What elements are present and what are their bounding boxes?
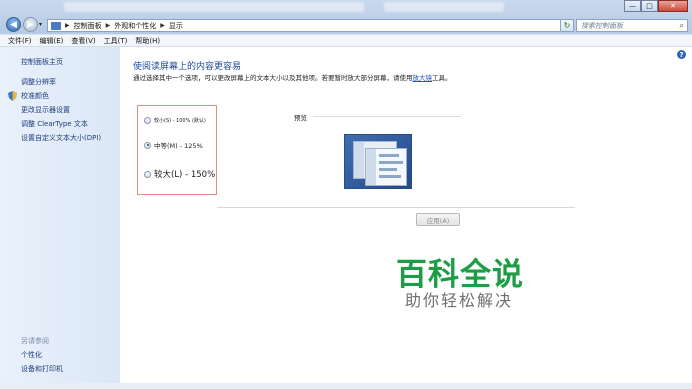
- sidebar-item-resolution[interactable]: 调整分辨率: [21, 77, 56, 87]
- breadcrumb-display[interactable]: 显示: [169, 21, 183, 31]
- window-controls: — □ ✕: [624, 0, 688, 12]
- option-medium[interactable]: 中等(M) - 125%: [144, 140, 203, 150]
- title-bar: — □ ✕ ◀ ▶ ▾ ▶ 控制面板 ▶ 外观和个性化 ▶ 显示 ▼ ↻ 搜索控…: [0, 0, 692, 34]
- menu-help[interactable]: 帮助(H): [135, 36, 160, 46]
- sidebar-item-display-settings[interactable]: 更改显示器设置: [21, 105, 70, 115]
- preview-image: [344, 134, 412, 189]
- recent-pages-chevron-icon[interactable]: ▾: [39, 21, 42, 28]
- breadcrumb-separator-icon: ▶: [160, 22, 165, 29]
- help-icon[interactable]: ?: [677, 50, 686, 59]
- watermark-subtitle: 助你轻松解决: [405, 291, 514, 310]
- sidebar-item-cleartype[interactable]: 调整 ClearType 文本: [21, 119, 88, 129]
- see-also-heading: 另请参阅: [21, 337, 49, 345]
- sidebar-item-calibrate-color[interactable]: 校准颜色: [21, 91, 49, 101]
- breadcrumb-appearance[interactable]: 外观和个性化: [114, 21, 156, 31]
- sidebar-item-devices-printers[interactable]: 设备和打印机: [21, 364, 63, 374]
- preview-label: 预览: [294, 114, 307, 122]
- radio-smaller[interactable]: [144, 117, 151, 124]
- radio-medium[interactable]: [144, 141, 151, 149]
- option-larger-label: 较大(L) - 150%: [154, 170, 216, 180]
- breadcrumb-separator-icon: ▶: [65, 22, 70, 29]
- preview-divider: [313, 116, 461, 117]
- left-sidebar: 控制面板主页 调整分辨率 校准颜色 更改显示器设置 调整 ClearType 文…: [0, 47, 120, 389]
- control-panel-icon: [51, 21, 61, 30]
- main-content: ? 使阅读屏幕上的内容更容易 通过选择其中一个选项，可以更改屏幕上的文本大小以及…: [120, 47, 692, 389]
- radio-larger[interactable]: [144, 170, 151, 178]
- maximize-button[interactable]: □: [641, 0, 658, 12]
- menu-tools[interactable]: 工具(T): [104, 36, 128, 46]
- sidebar-control-panel-home[interactable]: 控制面板主页: [21, 57, 63, 67]
- sidebar-item-personalization[interactable]: 个性化: [21, 350, 42, 360]
- refresh-icon[interactable]: ↻: [560, 19, 574, 32]
- page-description: 通过选择其中一个选项，可以更改屏幕上的文本大小以及其他项。若要暂时放大部分屏幕，…: [133, 74, 576, 83]
- menu-bar: 文件(F) 编辑(E) 查看(V) 工具(T) 帮助(H): [0, 35, 692, 47]
- menu-edit[interactable]: 编辑(E): [40, 36, 64, 46]
- description-text: 通过选择其中一个选项，可以更改屏幕上的文本大小以及其他项。若要暂时放大部分屏幕，…: [133, 74, 413, 82]
- option-smaller[interactable]: 较小(S) - 100% (默认): [144, 117, 206, 124]
- option-smaller-label: 较小(S) - 100% (默认): [154, 118, 206, 124]
- address-bar[interactable]: ▶ 控制面板 ▶ 外观和个性化 ▶ 显示 ▼: [47, 19, 574, 32]
- blurred-tab-strip: [64, 2, 364, 12]
- breadcrumb-separator-icon: ▶: [105, 22, 111, 29]
- preview-window-front: [365, 148, 407, 186]
- search-icon[interactable]: ⌕: [680, 21, 684, 31]
- content-divider: [217, 207, 575, 208]
- close-button[interactable]: ✕: [658, 0, 688, 12]
- bottom-border: [0, 383, 692, 389]
- menu-file[interactable]: 文件(F): [8, 36, 32, 46]
- apply-button[interactable]: 应用(A): [416, 213, 460, 226]
- sidebar-item-custom-dpi[interactable]: 设置自定义文本大小(DPI): [21, 133, 101, 143]
- breadcrumb-control-panel[interactable]: 控制面板: [74, 21, 102, 31]
- size-options-group: 较小(S) - 100% (默认) 中等(M) - 125% 较大(L) - 1…: [137, 105, 217, 195]
- search-placeholder: 搜索控制面板: [581, 21, 623, 30]
- blurred-tab-strip-2: [384, 2, 504, 12]
- menu-view[interactable]: 查看(V): [71, 36, 95, 46]
- forward-arrow-icon[interactable]: ▶: [23, 17, 38, 32]
- search-input[interactable]: 搜索控制面板 ⌕: [576, 19, 688, 32]
- option-medium-label: 中等(M) - 125%: [154, 142, 203, 150]
- shield-icon: [8, 91, 17, 101]
- minimize-button[interactable]: —: [624, 0, 641, 12]
- back-arrow-icon[interactable]: ◀: [6, 17, 21, 32]
- description-tail: 工具。: [432, 74, 452, 82]
- option-larger[interactable]: 较大(L) - 150%: [144, 168, 215, 180]
- magnifier-link[interactable]: 放大镜: [413, 74, 433, 82]
- page-title: 使阅读屏幕上的内容更容易: [133, 62, 242, 72]
